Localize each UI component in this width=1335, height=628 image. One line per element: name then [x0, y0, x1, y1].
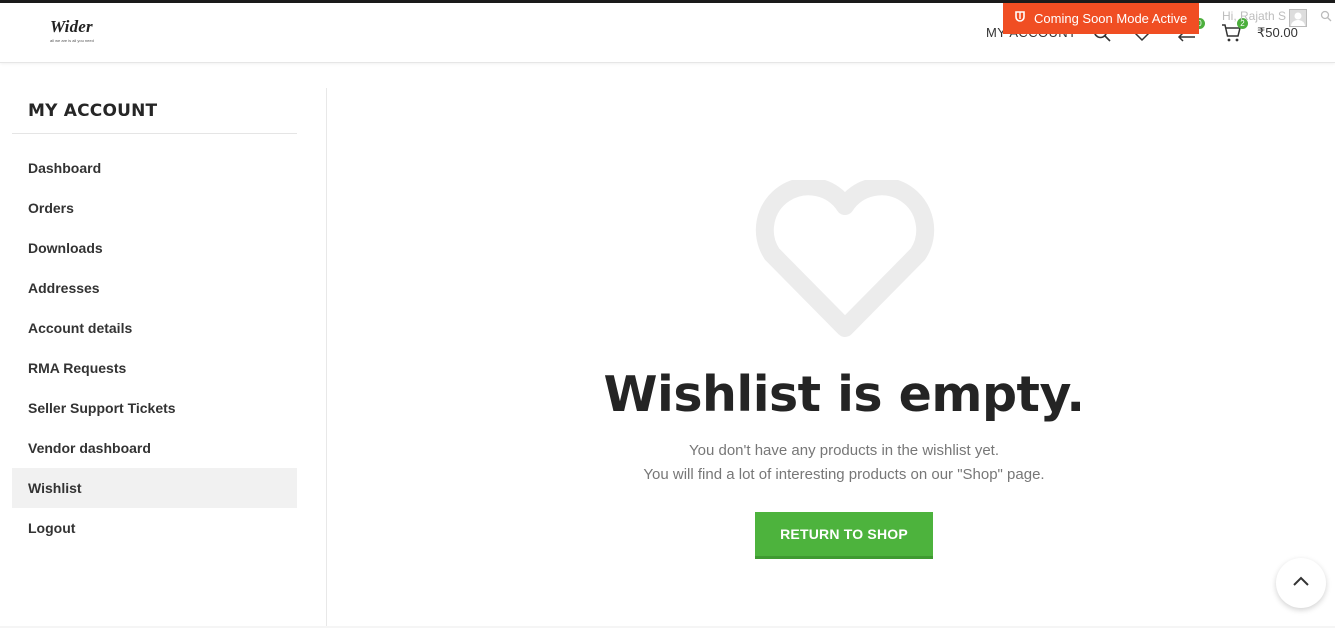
empty-message-line-2: You will find a lot of interesting produ…: [643, 466, 1045, 483]
sidebar-item-logout[interactable]: Logout: [12, 508, 297, 548]
return-to-shop-button[interactable]: RETURN TO SHOP: [755, 512, 933, 559]
logo-text: Wider: [50, 17, 93, 36]
sidebar-item-addresses[interactable]: Addresses: [12, 268, 297, 308]
coming-soon-label: Coming Soon Mode Active: [1034, 11, 1188, 26]
coming-soon-mode-notice[interactable]: Coming Soon Mode Active: [1003, 3, 1199, 34]
sidebar-item-vendor-dashboard[interactable]: Vendor dashboard: [12, 428, 297, 468]
sidebar-item-rma-requests[interactable]: RMA Requests: [12, 348, 297, 388]
account-menu: Dashboard Orders Downloads Addresses Acc…: [12, 148, 297, 548]
site-logo[interactable]: Wider all we are is all you need: [46, 17, 106, 47]
sidebar-item-orders[interactable]: Orders: [12, 188, 297, 228]
sidebar-item-wishlist[interactable]: Wishlist: [12, 468, 297, 508]
account-sidebar: MY ACCOUNT Dashboard Orders Downloads Ad…: [12, 88, 297, 548]
empty-title: Wishlist is empty.: [603, 366, 1086, 423]
heart-outline-icon: [755, 177, 935, 345]
sidebar-item-downloads[interactable]: Downloads: [12, 228, 297, 268]
scroll-to-top-button[interactable]: [1276, 558, 1326, 608]
admin-user-name[interactable]: Hi, Rajath S: [1222, 9, 1286, 23]
admin-search-icon[interactable]: [1320, 9, 1332, 27]
sidebar-title: MY ACCOUNT: [12, 88, 297, 134]
sidebar-item-dashboard[interactable]: Dashboard: [12, 148, 297, 188]
sidebar-item-seller-support-tickets[interactable]: Seller Support Tickets: [12, 388, 297, 428]
logo-tagline: all we are is all you need: [50, 38, 94, 43]
avatar[interactable]: [1289, 9, 1307, 27]
wishlist-empty-state: Wishlist is empty. You don't have any pr…: [327, 88, 1335, 628]
chevron-up-icon: [1292, 574, 1310, 592]
coming-soon-icon: [1013, 10, 1027, 27]
sidebar-item-account-details[interactable]: Account details: [12, 308, 297, 348]
cart-total[interactable]: ₹50.00: [1257, 25, 1298, 41]
empty-message-line-1: You don't have any products in the wishl…: [689, 442, 999, 459]
